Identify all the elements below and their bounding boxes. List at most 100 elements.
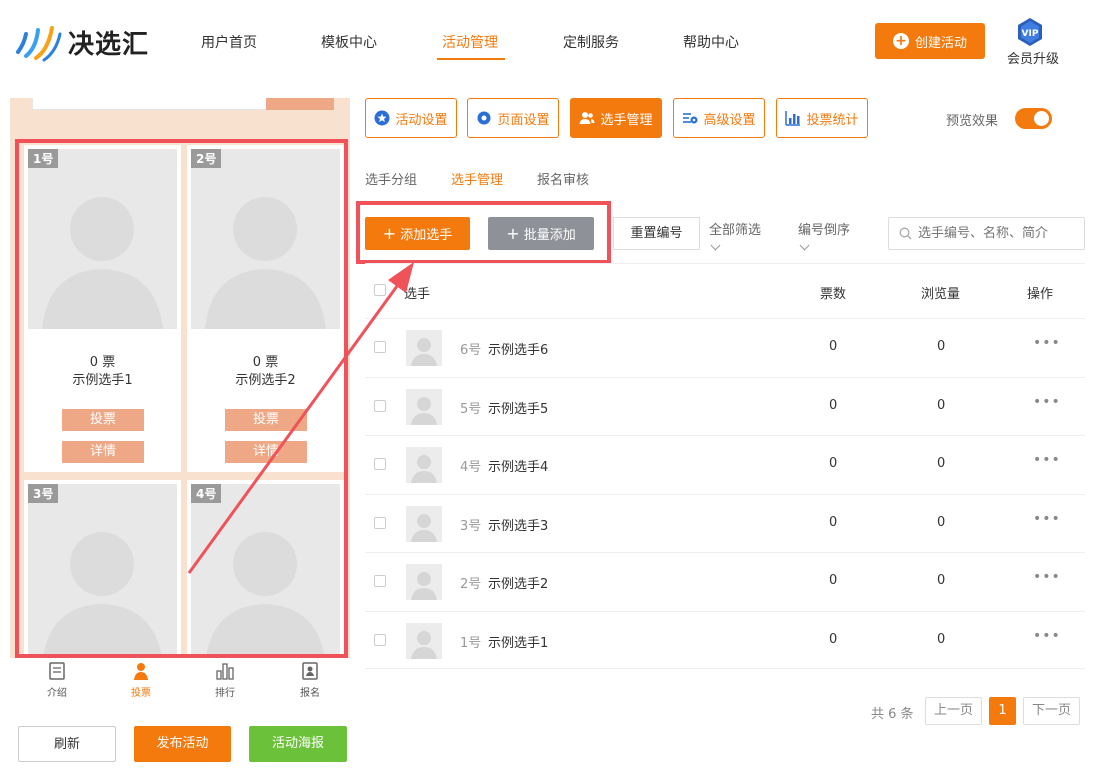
player-votes: 0	[829, 456, 838, 471]
activity-poster-button[interactable]: 活动海报	[249, 726, 347, 762]
row-checkbox[interactable]	[374, 517, 386, 529]
brand-logo-icon[interactable]	[14, 22, 62, 62]
player-search-input[interactable]	[918, 226, 1078, 241]
preview-tab-signup[interactable]: 报名	[290, 662, 330, 699]
avatar-silhouette-icon	[411, 338, 437, 366]
publish-activity-button[interactable]: 发布活动	[134, 726, 231, 762]
bar-chart-icon	[785, 111, 801, 126]
player-name: 示例选手3	[488, 519, 549, 534]
preview-effect-toggle[interactable]	[1015, 108, 1052, 129]
player-thumbnail	[406, 506, 442, 542]
table-row[interactable]: 1号 示例选手1 0 0 •••	[365, 611, 1085, 669]
brand-name[interactable]: 决选汇	[68, 24, 149, 61]
subtab-signup-review[interactable]: 报名审核	[537, 169, 589, 188]
subtab-player-management[interactable]: 选手管理	[451, 169, 503, 188]
nav-templates[interactable]: 模板中心	[321, 32, 377, 52]
preview-tab-label: 介绍	[47, 688, 67, 699]
member-upgrade-link[interactable]: 会员升级	[1007, 48, 1059, 67]
table-top-divider	[365, 263, 1085, 264]
highlight-frame-add-buttons	[356, 201, 611, 264]
preview-tab-label: 报名	[300, 688, 320, 699]
highlight-frame-preview	[15, 139, 348, 658]
player-votes: 0	[829, 632, 838, 647]
vip-badge-icon[interactable]: VIP	[1015, 17, 1045, 47]
player-votes: 0	[829, 398, 838, 413]
preview-search-button[interactable]	[266, 98, 334, 110]
more-actions-icon[interactable]: •••	[1033, 511, 1061, 527]
more-actions-icon[interactable]: •••	[1033, 569, 1061, 585]
select-all-checkbox[interactable]	[374, 284, 386, 296]
tool-button-label: 投票统计	[806, 112, 859, 128]
nav-custom-service[interactable]: 定制服务	[563, 32, 619, 52]
player-name: 示例选手2	[488, 577, 549, 592]
player-views: 0	[937, 573, 946, 588]
advanced-settings-button[interactable]: 高级设置	[673, 98, 765, 138]
activity-settings-button[interactable]: 活动设置	[365, 98, 457, 138]
row-checkbox[interactable]	[374, 400, 386, 412]
row-checkbox[interactable]	[374, 458, 386, 470]
chevron-down-icon	[799, 240, 810, 251]
player-name: 示例选手4	[488, 460, 549, 475]
row-checkbox[interactable]	[374, 341, 386, 353]
player-thumbnail	[406, 623, 442, 659]
preview-tab-intro[interactable]: 介绍	[37, 662, 77, 699]
avatar-silhouette-icon	[411, 572, 437, 600]
refresh-button[interactable]: 刷新	[18, 726, 116, 762]
document-icon	[49, 662, 65, 680]
sort-order-label: 编号倒序	[798, 223, 851, 238]
player-name: 示例选手1	[488, 636, 549, 651]
column-header-player: 选手	[404, 287, 431, 302]
player-management-button[interactable]: 选手管理	[570, 98, 662, 138]
player-thumbnail	[406, 447, 442, 483]
next-page-button[interactable]: 下一页	[1023, 697, 1080, 725]
prev-page-button[interactable]: 上一页	[925, 697, 982, 725]
column-header-votes: 票数	[820, 287, 847, 302]
more-actions-icon[interactable]: •••	[1033, 335, 1061, 351]
avatar-silhouette-icon	[411, 455, 437, 483]
column-header-views: 浏览量	[921, 287, 961, 302]
filter-all-dropdown[interactable]: 全部筛选	[709, 219, 761, 251]
subtab-player-groups[interactable]: 选手分组	[365, 169, 417, 188]
tool-button-label: 高级设置	[703, 112, 756, 128]
table-row[interactable]: 6号 示例选手6 0 0 •••	[365, 318, 1085, 376]
nav-active-underline	[437, 58, 505, 60]
tool-button-label: 选手管理	[600, 112, 653, 128]
vote-statistics-button[interactable]: 投票统计	[776, 98, 868, 138]
row-checkbox[interactable]	[374, 575, 386, 587]
star-circle-icon	[374, 110, 390, 126]
player-number: 4号	[460, 460, 482, 475]
page-settings-button[interactable]: 页面设置	[467, 98, 559, 138]
more-actions-icon[interactable]: •••	[1033, 628, 1061, 644]
person-icon	[134, 663, 148, 680]
plus-circle-icon: +	[892, 33, 909, 49]
create-activity-label: 创建活动	[914, 35, 967, 51]
chevron-down-icon	[710, 240, 721, 251]
table-row[interactable]: 3号 示例选手3 0 0 •••	[365, 494, 1085, 552]
nav-activity-management[interactable]: 活动管理	[442, 32, 498, 52]
player-thumbnail	[406, 389, 442, 425]
table-row[interactable]: 4号 示例选手4 0 0 •••	[365, 435, 1085, 493]
preview-tab-ranking[interactable]: 排行	[205, 662, 245, 699]
more-actions-icon[interactable]: •••	[1033, 452, 1061, 468]
more-actions-icon[interactable]: •••	[1033, 394, 1061, 410]
users-icon	[579, 112, 595, 124]
nav-help-center[interactable]: 帮助中心	[683, 32, 739, 52]
avatar-silhouette-icon	[411, 397, 437, 425]
create-activity-button[interactable]: + 创建活动	[875, 23, 985, 59]
row-checkbox[interactable]	[374, 634, 386, 646]
preview-effect-label: 预览效果	[946, 114, 999, 129]
nav-home[interactable]: 用户首页	[201, 32, 257, 52]
preview-tab-vote[interactable]: 投票	[121, 662, 161, 699]
player-votes: 0	[829, 515, 838, 530]
table-row[interactable]: 2号 示例选手2 0 0 •••	[365, 552, 1085, 610]
search-icon	[899, 227, 912, 240]
current-page-button[interactable]: 1	[989, 697, 1016, 725]
column-header-actions: 操作	[1027, 287, 1054, 302]
player-search-box[interactable]	[888, 217, 1085, 250]
reset-number-button[interactable]: 重置编号	[613, 217, 700, 250]
preview-tab-label: 排行	[215, 688, 235, 699]
sort-order-dropdown[interactable]: 编号倒序	[798, 219, 851, 251]
avatar-silhouette-icon	[411, 514, 437, 542]
table-row[interactable]: 5号 示例选手5 0 0 •••	[365, 377, 1085, 435]
pagination-total: 共 6 条	[871, 707, 914, 722]
